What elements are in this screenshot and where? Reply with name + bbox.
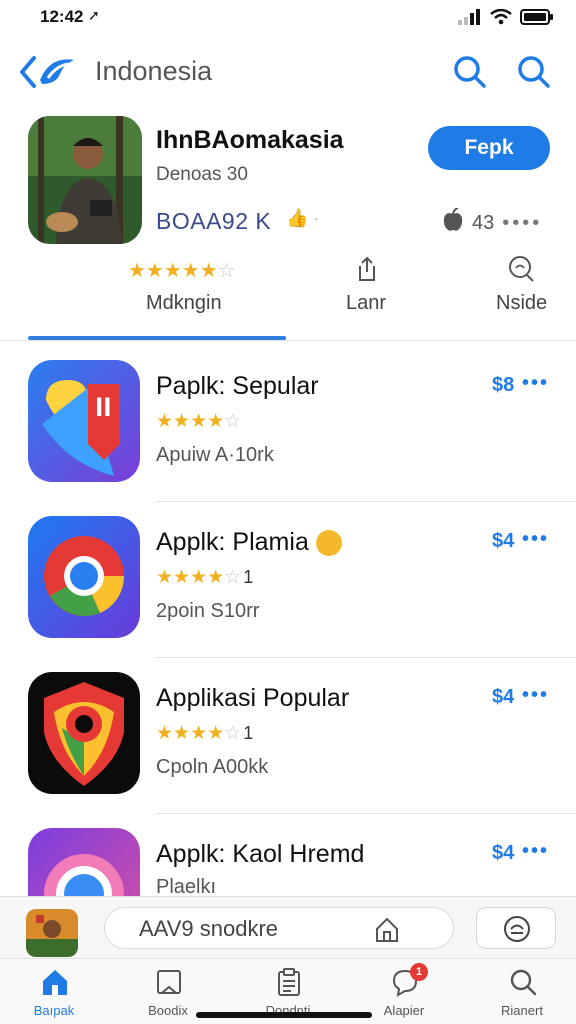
battery-icon: [520, 9, 553, 25]
tab-label: Baıpak: [33, 1003, 75, 1018]
app-price[interactable]: $4: [492, 530, 514, 553]
app-subtitle: 2poin S10rr: [156, 600, 260, 622]
home-indicator[interactable]: [196, 1012, 372, 1018]
refresh-icon: [504, 916, 530, 942]
list-item[interactable]: Applikasi Popular ★★★★☆ 1 Cpoln A00kk $4 …: [0, 658, 576, 814]
tab-ratings[interactable]: Mdkngin: [146, 292, 222, 315]
tab-label: Rianert: [501, 1003, 543, 1018]
back-chevron-icon: [20, 56, 74, 88]
emoji-icon: [315, 530, 342, 557]
home-icon[interactable]: [373, 915, 401, 943]
back-button[interactable]: [14, 50, 86, 94]
search-button[interactable]: [450, 52, 490, 92]
app-price[interactable]: $4: [492, 842, 514, 865]
tab-search[interactable]: Rianert: [472, 963, 572, 1021]
share-icon[interactable]: [352, 254, 382, 284]
more-options-icon[interactable]: ••••: [502, 212, 542, 235]
segment-tabs: ★★★★★☆ Mdkngin Lanr Nside: [0, 252, 576, 342]
status-bar: 12:42 ➚: [0, 0, 576, 36]
get-button[interactable]: Fepk: [428, 126, 550, 170]
search-icon: [454, 56, 486, 88]
book-icon: [157, 970, 181, 994]
featured-app: IhnBAomakasia Denoas 30 BOAA92 K 👍 · Fep…: [0, 112, 576, 252]
app-subtitle: Cpoln A00kk: [156, 756, 269, 778]
apple-icon: [442, 207, 464, 238]
app-name: Applk: Kaol Hremd: [156, 840, 365, 868]
more-icon[interactable]: •••: [522, 840, 549, 863]
more-icon[interactable]: •••: [522, 372, 549, 395]
list-item[interactable]: Applk: Plamia ★★★★☆ 1 2poin S10rr $4 •••: [0, 502, 576, 658]
app-icon-chrome: [28, 516, 140, 638]
search-icon[interactable]: [506, 254, 536, 284]
featured-rating-info: 43 ••••: [442, 207, 542, 238]
notification-badge: 1: [410, 963, 428, 981]
rating-count: 43: [472, 211, 495, 234]
search-button-secondary[interactable]: [514, 52, 554, 92]
featured-title: IhnBAomakasia: [156, 126, 344, 154]
rating-stars: ★★★★★☆: [128, 260, 236, 282]
wifi-icon: [490, 9, 512, 25]
nav-bar: Indonesia: [0, 42, 576, 102]
tab-inside[interactable]: Nside: [496, 292, 547, 315]
featured-thumbnail[interactable]: [28, 116, 142, 244]
app-subtitle: Apuiw A·10rk: [156, 444, 274, 466]
thumbs-up-icon: 👍 ·: [286, 208, 320, 228]
divider: [0, 340, 576, 341]
app-price[interactable]: $8: [492, 374, 514, 397]
more-icon[interactable]: •••: [522, 684, 549, 707]
app-rating: ★★★★☆ 1: [156, 567, 254, 588]
app-name: Applikasi Popular: [156, 684, 350, 712]
more-icon[interactable]: •••: [522, 528, 549, 551]
app-rating: ★★★★☆: [156, 411, 242, 432]
status-time: 12:42: [40, 7, 84, 26]
list-item[interactable]: ll Paplk: Sepular ★★★★☆ Apuiw A·10rk $8 …: [0, 346, 576, 502]
app-name: Applk: Plamia: [156, 528, 342, 557]
mini-action-button[interactable]: [476, 907, 556, 949]
search-icon: [510, 969, 537, 996]
app-icon-pin: [28, 672, 140, 794]
app-name: Paplk: Sepular: [156, 372, 319, 400]
tab-home[interactable]: Baıpak: [4, 963, 104, 1021]
mini-field-text: AAV9 snodkre: [139, 916, 279, 941]
mini-search-field[interactable]: AAV9 snodkre: [104, 907, 454, 949]
featured-meta: BOAA92 K: [156, 208, 272, 234]
location-arrow-icon: ➚: [88, 7, 100, 23]
featured-subtitle: Denoas 30: [156, 164, 248, 185]
app-icon-maps: ll: [28, 360, 140, 482]
tab-share[interactable]: Lanr: [346, 292, 386, 315]
mini-player: AAV9 snodkre: [0, 896, 576, 958]
clipboard-icon: [278, 968, 300, 996]
app-rating: ★★★★☆ 1: [156, 723, 254, 744]
search-icon: [518, 56, 550, 88]
page-title: Indonesia: [95, 56, 213, 86]
mini-thumbnail[interactable]: [26, 909, 78, 957]
app-price[interactable]: $4: [492, 686, 514, 709]
status-icons: [458, 9, 554, 25]
signal-icon: [458, 9, 480, 25]
svg-text:ll: ll: [95, 394, 111, 422]
home-icon: [43, 970, 67, 995]
